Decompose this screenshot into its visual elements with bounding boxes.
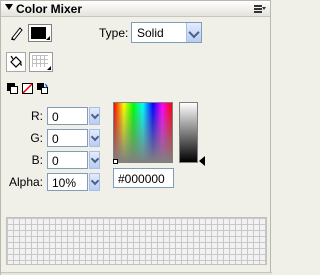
chevron-down-icon[interactable]: [186, 23, 201, 42]
hex-value: #000000: [118, 172, 165, 186]
type-select-value: Solid: [137, 26, 164, 40]
spectrum-marker[interactable]: [113, 159, 118, 164]
color-swatch-strip[interactable]: [6, 217, 267, 265]
options-menu-icon[interactable]: [254, 4, 266, 14]
green-label: G:: [30, 131, 43, 145]
collapse-arrow-icon[interactable]: [5, 4, 13, 10]
dropdown-corner-icon: [46, 36, 50, 40]
blue-input[interactable]: 0: [47, 151, 88, 169]
alpha-value: 10%: [52, 176, 77, 190]
type-label: Type:: [99, 26, 129, 40]
blue-dropdown-icon[interactable]: [89, 151, 100, 169]
green-dropdown-icon[interactable]: [89, 129, 100, 147]
red-value: 0: [52, 110, 59, 124]
brightness-slider[interactable]: [179, 102, 198, 163]
panel-header[interactable]: Color Mixer: [1, 1, 270, 17]
color-spectrum[interactable]: [113, 102, 173, 163]
hex-input[interactable]: #000000: [113, 168, 174, 188]
panel-title: Color Mixer: [16, 2, 83, 16]
red-label: R:: [31, 109, 43, 123]
green-value: 0: [52, 132, 59, 146]
red-dropdown-icon[interactable]: [89, 107, 100, 125]
pencil-icon[interactable]: [9, 25, 25, 41]
green-input[interactable]: 0: [47, 129, 88, 147]
blue-label: B:: [31, 153, 43, 167]
blue-value: 0: [52, 154, 59, 168]
alpha-label: Alpha:: [8, 175, 43, 189]
swap-colors-icon[interactable]: [37, 83, 48, 94]
brightness-arrow-icon[interactable]: [199, 156, 205, 166]
fill-grid-pattern: [32, 55, 48, 67]
black-white-icon[interactable]: [7, 83, 18, 94]
red-input[interactable]: 0: [47, 107, 88, 125]
color-mixer-panel: Color Mixer Type: Solid R: 0 G: 0 B: 0 A…: [0, 0, 272, 275]
fill-tool-button[interactable]: [6, 52, 26, 72]
type-select[interactable]: Solid: [131, 22, 202, 43]
alpha-input[interactable]: 10%: [47, 173, 88, 191]
dropdown-corner-icon: [47, 66, 51, 70]
fill-color-button[interactable]: [29, 52, 53, 72]
paint-bucket-icon: [10, 55, 22, 68]
stroke-color-button[interactable]: [28, 24, 52, 42]
no-color-icon[interactable]: [22, 83, 33, 94]
stroke-color-swatch: [31, 27, 46, 39]
alpha-dropdown-icon[interactable]: [89, 173, 100, 191]
